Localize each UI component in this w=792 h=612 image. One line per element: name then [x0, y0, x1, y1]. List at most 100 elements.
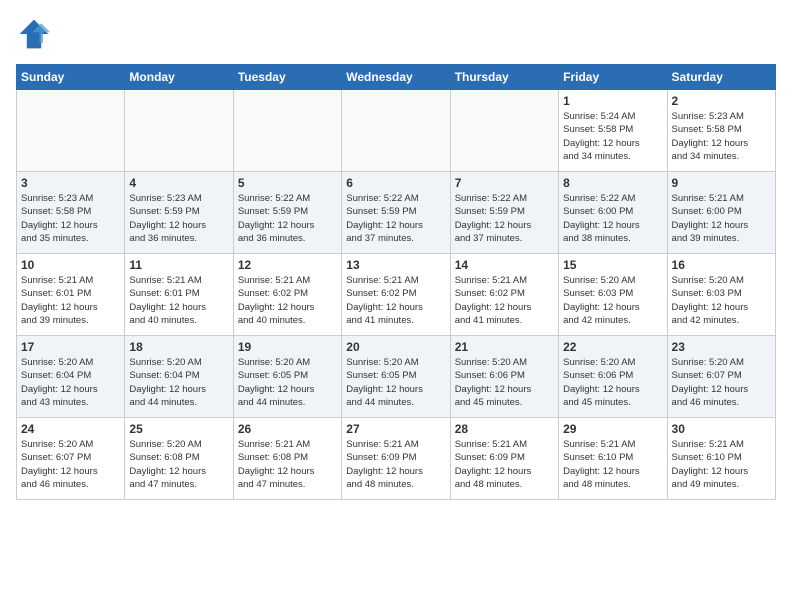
day-number: 7 [455, 176, 554, 190]
calendar-cell: 26 Sunrise: 5:21 AM Sunset: 6:08 PM Dayli… [233, 418, 341, 500]
day-number: 19 [238, 340, 337, 354]
calendar-cell: 11 Sunrise: 5:21 AM Sunset: 6:01 PM Dayli… [125, 254, 233, 336]
calendar-cell [17, 90, 125, 172]
calendar-cell: 30 Sunrise: 5:21 AM Sunset: 6:10 PM Dayli… [667, 418, 775, 500]
day-info: Sunrise: 5:21 AM Sunset: 6:01 PM Dayligh… [129, 274, 228, 327]
calendar-cell: 13Sunrise: 5:21 AM Sunset: 6:02 PM Dayli… [342, 254, 450, 336]
calendar-week-3: 10Sunrise: 5:21 AM Sunset: 6:01 PM Dayli… [17, 254, 776, 336]
day-info: Sunrise: 5:23 AM Sunset: 5:58 PM Dayligh… [672, 110, 771, 163]
calendar-cell: 28 Sunrise: 5:21 AM Sunset: 6:09 PM Dayli… [450, 418, 558, 500]
day-number: 27 [346, 422, 445, 436]
day-info: Sunrise: 5:23 AM Sunset: 5:58 PM Dayligh… [21, 192, 120, 245]
day-info: Sunrise: 5:21 AM Sunset: 6:02 PM Dayligh… [346, 274, 445, 327]
calendar-cell: 25 Sunrise: 5:20 AM Sunset: 6:08 PM Dayli… [125, 418, 233, 500]
calendar-cell: 17 Sunrise: 5:20 AM Sunset: 6:04 PM Dayli… [17, 336, 125, 418]
day-info: Sunrise: 5:21 AM Sunset: 6:02 PM Dayligh… [238, 274, 337, 327]
day-number: 8 [563, 176, 662, 190]
day-info: Sunrise: 5:21 AM Sunset: 6:00 PM Dayligh… [672, 192, 771, 245]
calendar-cell: 18Sunrise: 5:20 AM Sunset: 6:04 PM Dayli… [125, 336, 233, 418]
weekday-header-row: SundayMondayTuesdayWednesdayThursdayFrid… [17, 65, 776, 90]
day-number: 5 [238, 176, 337, 190]
day-number: 23 [672, 340, 771, 354]
calendar-week-4: 17 Sunrise: 5:20 AM Sunset: 6:04 PM Dayli… [17, 336, 776, 418]
day-info: Sunrise: 5:21 AM Sunset: 6:10 PM Dayligh… [563, 438, 662, 491]
calendar-cell: 7Sunrise: 5:22 AM Sunset: 5:59 PM Daylig… [450, 172, 558, 254]
day-info: Sunrise: 5:21 AM Sunset: 6:10 PM Dayligh… [672, 438, 771, 491]
calendar-cell: 14 Sunrise: 5:21 AM Sunset: 6:02 PM Dayli… [450, 254, 558, 336]
day-info: Sunrise: 5:20 AM Sunset: 6:06 PM Dayligh… [563, 356, 662, 409]
day-number: 1 [563, 94, 662, 108]
day-number: 20 [346, 340, 445, 354]
day-number: 17 [21, 340, 120, 354]
day-info: Sunrise: 5:20 AM Sunset: 6:05 PM Dayligh… [346, 356, 445, 409]
logo-icon [16, 16, 52, 52]
calendar-week-2: 3 Sunrise: 5:23 AM Sunset: 5:58 PM Daylig… [17, 172, 776, 254]
weekday-header-wednesday: Wednesday [342, 65, 450, 90]
calendar-cell: 3 Sunrise: 5:23 AM Sunset: 5:58 PM Daylig… [17, 172, 125, 254]
day-info: Sunrise: 5:20 AM Sunset: 6:05 PM Dayligh… [238, 356, 337, 409]
day-number: 22 [563, 340, 662, 354]
day-number: 21 [455, 340, 554, 354]
weekday-header-monday: Monday [125, 65, 233, 90]
day-number: 3 [21, 176, 120, 190]
calendar-cell [342, 90, 450, 172]
calendar-cell: 15 Sunrise: 5:20 AM Sunset: 6:03 PM Dayli… [559, 254, 667, 336]
day-number: 15 [563, 258, 662, 272]
day-number: 16 [672, 258, 771, 272]
day-number: 30 [672, 422, 771, 436]
calendar-cell: 16 Sunrise: 5:20 AM Sunset: 6:03 PM Dayli… [667, 254, 775, 336]
weekday-header-thursday: Thursday [450, 65, 558, 90]
day-info: Sunrise: 5:20 AM Sunset: 6:07 PM Dayligh… [672, 356, 771, 409]
day-info: Sunrise: 5:24 AM Sunset: 5:58 PM Dayligh… [563, 110, 662, 163]
day-number: 18 [129, 340, 228, 354]
day-number: 24 [21, 422, 120, 436]
calendar-week-5: 24 Sunrise: 5:20 AM Sunset: 6:07 PM Dayli… [17, 418, 776, 500]
calendar-cell: 4Sunrise: 5:23 AM Sunset: 5:59 PM Daylig… [125, 172, 233, 254]
calendar-cell: 20 Sunrise: 5:20 AM Sunset: 6:05 PM Dayli… [342, 336, 450, 418]
calendar-cell: 12 Sunrise: 5:21 AM Sunset: 6:02 PM Dayli… [233, 254, 341, 336]
day-info: Sunrise: 5:21 AM Sunset: 6:02 PM Dayligh… [455, 274, 554, 327]
day-info: Sunrise: 5:20 AM Sunset: 6:04 PM Dayligh… [21, 356, 120, 409]
calendar-cell: 9Sunrise: 5:21 AM Sunset: 6:00 PM Daylig… [667, 172, 775, 254]
calendar-cell [450, 90, 558, 172]
day-info: Sunrise: 5:20 AM Sunset: 6:07 PM Dayligh… [21, 438, 120, 491]
day-info: Sunrise: 5:22 AM Sunset: 6:00 PM Dayligh… [563, 192, 662, 245]
day-info: Sunrise: 5:21 AM Sunset: 6:08 PM Dayligh… [238, 438, 337, 491]
calendar-cell: 10Sunrise: 5:21 AM Sunset: 6:01 PM Dayli… [17, 254, 125, 336]
day-number: 26 [238, 422, 337, 436]
logo [16, 16, 56, 52]
weekday-header-saturday: Saturday [667, 65, 775, 90]
calendar-cell: 1 Sunrise: 5:24 AM Sunset: 5:58 PM Daylig… [559, 90, 667, 172]
calendar-cell: 8 Sunrise: 5:22 AM Sunset: 6:00 PM Daylig… [559, 172, 667, 254]
calendar-cell [233, 90, 341, 172]
day-info: Sunrise: 5:20 AM Sunset: 6:06 PM Dayligh… [455, 356, 554, 409]
calendar-cell [125, 90, 233, 172]
day-info: Sunrise: 5:21 AM Sunset: 6:09 PM Dayligh… [346, 438, 445, 491]
header [16, 16, 776, 52]
day-number: 25 [129, 422, 228, 436]
weekday-header-sunday: Sunday [17, 65, 125, 90]
calendar-cell: 19 Sunrise: 5:20 AM Sunset: 6:05 PM Dayli… [233, 336, 341, 418]
calendar-table: SundayMondayTuesdayWednesdayThursdayFrid… [16, 64, 776, 500]
day-number: 4 [129, 176, 228, 190]
day-info: Sunrise: 5:21 AM Sunset: 6:01 PM Dayligh… [21, 274, 120, 327]
day-number: 12 [238, 258, 337, 272]
day-info: Sunrise: 5:20 AM Sunset: 6:08 PM Dayligh… [129, 438, 228, 491]
day-info: Sunrise: 5:20 AM Sunset: 6:03 PM Dayligh… [672, 274, 771, 327]
day-info: Sunrise: 5:20 AM Sunset: 6:03 PM Dayligh… [563, 274, 662, 327]
day-info: Sunrise: 5:22 AM Sunset: 5:59 PM Dayligh… [238, 192, 337, 245]
calendar-cell: 21 Sunrise: 5:20 AM Sunset: 6:06 PM Dayli… [450, 336, 558, 418]
calendar-cell: 5 Sunrise: 5:22 AM Sunset: 5:59 PM Daylig… [233, 172, 341, 254]
day-info: Sunrise: 5:21 AM Sunset: 6:09 PM Dayligh… [455, 438, 554, 491]
day-number: 28 [455, 422, 554, 436]
calendar-cell: 27 Sunrise: 5:21 AM Sunset: 6:09 PM Dayli… [342, 418, 450, 500]
calendar-week-1: 1 Sunrise: 5:24 AM Sunset: 5:58 PM Daylig… [17, 90, 776, 172]
calendar-cell: 23 Sunrise: 5:20 AM Sunset: 6:07 PM Dayli… [667, 336, 775, 418]
calendar-cell: 2 Sunrise: 5:23 AM Sunset: 5:58 PM Daylig… [667, 90, 775, 172]
calendar-cell: 22 Sunrise: 5:20 AM Sunset: 6:06 PM Dayli… [559, 336, 667, 418]
day-number: 29 [563, 422, 662, 436]
day-number: 11 [129, 258, 228, 272]
day-number: 2 [672, 94, 771, 108]
weekday-header-tuesday: Tuesday [233, 65, 341, 90]
day-number: 14 [455, 258, 554, 272]
